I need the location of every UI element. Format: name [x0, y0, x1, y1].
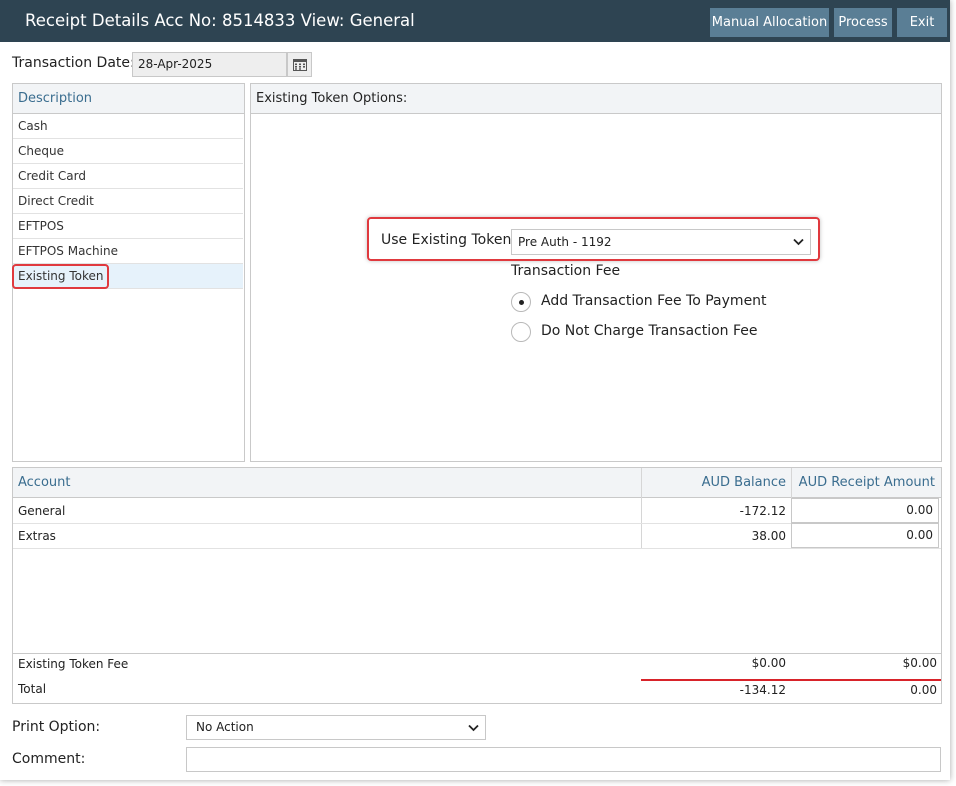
- calendar-icon: [292, 59, 307, 71]
- account-name-general: General: [18, 504, 66, 518]
- add-fee-radio[interactable]: [511, 292, 531, 312]
- balance-general: -172.12: [739, 504, 786, 518]
- window-title: Receipt Details Acc No: 8514833 View: Ge…: [25, 11, 415, 30]
- receipt-amount-extras[interactable]: 0.00: [791, 523, 939, 548]
- add-fee-radio-label: Add Transaction Fee To Payment: [541, 293, 767, 309]
- no-fee-radio-label: Do Not Charge Transaction Fee: [541, 323, 758, 339]
- column-divider: [791, 468, 792, 498]
- print-option-select[interactable]: No Action: [186, 715, 486, 740]
- transaction-date-input[interactable]: 28-Apr-2025: [132, 52, 287, 77]
- receipt-column-header: AUD Receipt Amount: [798, 475, 935, 490]
- no-fee-radio[interactable]: [511, 322, 531, 342]
- chevron-down-icon: [468, 724, 479, 731]
- payment-method-cash[interactable]: Cash: [13, 114, 243, 139]
- exit-button[interactable]: Exit: [897, 8, 947, 37]
- existing-token-select-highlight: [367, 217, 820, 261]
- title-bar: Receipt Details Acc No: 8514833 View: Ge…: [0, 0, 950, 42]
- token-fee-balance: $0.00: [751, 656, 786, 670]
- print-option-label: Print Option:: [12, 719, 101, 735]
- receipt-details-window: Receipt Details Acc No: 8514833 View: Ge…: [0, 0, 950, 780]
- payment-method-eftpos-machine[interactable]: EFTPOS Machine: [13, 239, 243, 264]
- transaction-date-label: Transaction Date:: [12, 55, 135, 71]
- total-receipt: 0.00: [910, 683, 937, 697]
- balance-column-header: AUD Balance: [701, 475, 786, 490]
- account-column-header: Account: [18, 475, 71, 490]
- calendar-button[interactable]: [287, 52, 312, 77]
- balance-extras: 38.00: [751, 529, 786, 543]
- token-fee-receipt: $0.00: [902, 656, 937, 670]
- payment-method-cheque[interactable]: Cheque: [13, 139, 243, 164]
- comment-label: Comment:: [12, 751, 86, 767]
- row-divider: [13, 548, 941, 549]
- comment-input[interactable]: [186, 747, 941, 772]
- payment-method-credit-card[interactable]: Credit Card: [13, 164, 243, 189]
- total-label: Total: [18, 682, 47, 696]
- accounts-table: Account AUD Balance AUD Receipt Amount G…: [12, 467, 942, 704]
- token-options-header: Existing Token Options:: [251, 84, 941, 114]
- manual-allocation-button[interactable]: Manual Allocation: [710, 8, 829, 37]
- payment-method-eftpos[interactable]: EFTPOS: [13, 214, 243, 239]
- process-button[interactable]: Process: [834, 8, 892, 37]
- print-option-value: No Action: [196, 720, 254, 734]
- token-fee-label: Existing Token Fee: [18, 657, 129, 671]
- description-header: Description: [13, 84, 244, 114]
- account-name-extras: Extras: [18, 529, 56, 543]
- existing-token-highlight: [12, 264, 109, 289]
- transaction-fee-label: Transaction Fee: [511, 263, 621, 279]
- receipt-amount-general[interactable]: 0.00: [791, 498, 939, 523]
- payment-method-direct-credit[interactable]: Direct Credit: [13, 189, 243, 214]
- total-balance: -134.12: [739, 683, 786, 697]
